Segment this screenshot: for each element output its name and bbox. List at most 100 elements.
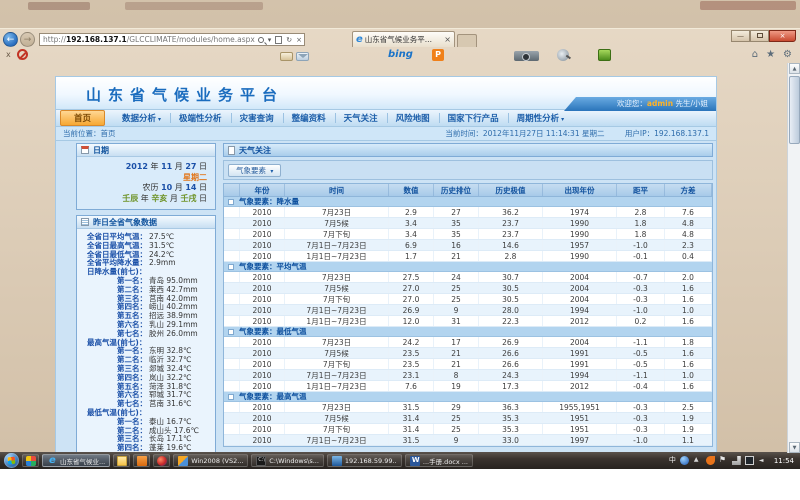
vertical-scrollbar[interactable]: ▲ ▼	[787, 63, 800, 453]
pc-icon[interactable]	[745, 456, 754, 465]
nav-item-9[interactable]: 周期性分析▾	[508, 110, 574, 126]
refresh-icon[interactable]: ↻	[286, 36, 292, 44]
scroll-down-icon[interactable]: ▼	[789, 442, 800, 453]
calendar-line: 农历 10 月 14 日	[81, 183, 207, 194]
chevron-down-icon: ▾	[270, 168, 273, 175]
browser-back-button[interactable]: ←	[3, 32, 18, 47]
orange-addon-icon[interactable]: P	[432, 49, 444, 61]
page-viewport: ▲ ▼ 山东省气候业务平台 欢迎您：admin 先生/小姐 首页数据分析▾极端性…	[0, 63, 800, 453]
table-row: 20107月1日~7月23日23.1824.31994-1.11.0	[224, 370, 712, 381]
system-tray: 中 11:54	[669, 456, 796, 465]
toolbar-close-x-icon[interactable]: x	[6, 50, 11, 59]
globe-icon[interactable]	[680, 456, 689, 465]
flag-icon[interactable]	[719, 456, 728, 465]
search-icon[interactable]	[258, 37, 264, 43]
url-path: /GLCCLIMATE/modules/home.aspx	[127, 35, 255, 44]
table-toolbar: 气象要素 ▾	[223, 160, 713, 180]
nav-item-7[interactable]: 风险地图	[387, 110, 439, 126]
start-button[interactable]	[4, 453, 19, 468]
collapse-toggle[interactable]	[228, 394, 234, 400]
table-row: 20107月5候23.52126.61991-0.51.6	[224, 348, 712, 359]
net-icon[interactable]	[732, 456, 741, 465]
column-header: 方差	[665, 184, 712, 196]
vol-icon[interactable]	[758, 456, 767, 465]
nav-item-1[interactable]: 首页	[60, 110, 105, 126]
browser-forward-button[interactable]: →	[20, 32, 35, 47]
main-panel: 天气关注 气象要素 ▾ 年份时间数值历史排位历史极值出现年份距平方差 气象要素：…	[223, 143, 713, 447]
main-panel-header: 天气关注	[223, 143, 713, 157]
welcome-prefix: 欢迎您：	[617, 99, 647, 108]
weather-panel-title: 昨日全省气象数据	[93, 217, 157, 228]
url-scheme: http://	[43, 35, 66, 44]
close-button[interactable]: ×	[769, 30, 796, 42]
antenna-addon-icon[interactable]	[557, 49, 569, 61]
collapse-toggle[interactable]	[228, 264, 234, 270]
taskbar-button-grid[interactable]	[22, 454, 39, 467]
weather-summary-panel: 昨日全省气象数据 全省日平均气温：27.5℃全省日最高气温：31.5℃全省日最低…	[76, 215, 216, 453]
calendar-panel-title: 日期	[93, 145, 109, 156]
card-addon-icon[interactable]	[280, 52, 293, 61]
settings-gear-icon[interactable]: ⚙	[783, 49, 792, 61]
compatibility-view-icon[interactable]	[275, 36, 282, 44]
taskbar-button-app[interactable]	[133, 454, 150, 467]
nav-item-6[interactable]: 天气关注	[335, 110, 387, 126]
screen: ← → http://192.168.137.1/GLCCLIMATE/modu…	[0, 0, 800, 500]
column-header: 距平	[617, 184, 665, 196]
minimize-button[interactable]: —	[731, 30, 750, 42]
table-row: 20107月1日~7月23日6.91614.61957-1.02.3	[224, 240, 712, 251]
taskbar-button-ie[interactable]: 山东省气候业...	[42, 454, 110, 467]
list-icon	[81, 218, 89, 226]
tab-close-icon[interactable]: ×	[444, 35, 451, 44]
taskbar-button-word[interactable]: ...手册.docx ...	[405, 454, 473, 467]
camera-addon-icon[interactable]	[514, 51, 539, 61]
background-window-hint	[700, 1, 796, 10]
table-row: 20107月下旬27.02530.52004-0.31.6	[224, 294, 712, 305]
status-bar: 当前位置：首页 当前时间：2012年11月27日 11:14:31 星期二 用户…	[55, 127, 717, 141]
page-title: 山东省气候业务平台	[86, 84, 284, 105]
taskbar-button-media[interactable]	[153, 454, 170, 467]
ime-language-indicator[interactable]: 中	[669, 456, 676, 465]
taskbar-button-rdp[interactable]: 192.168.59.99...	[327, 454, 402, 467]
nav-item-4[interactable]: 灾害查询	[231, 110, 283, 126]
home-icon[interactable]: ⌂	[752, 49, 758, 61]
background-window-hint	[28, 2, 90, 10]
maximize-button[interactable]	[750, 30, 769, 42]
table-row: 20107月23日2.92736.219742.87.6	[224, 207, 712, 218]
element-filter-button[interactable]: 气象要素 ▾	[228, 164, 281, 177]
collapse-toggle[interactable]	[228, 329, 234, 335]
scrollbar-thumb[interactable]	[789, 76, 800, 144]
chevron-down-icon[interactable]: ▾	[268, 36, 272, 44]
green-addon-icon[interactable]	[598, 49, 611, 61]
new-tab-button[interactable]	[457, 34, 477, 47]
address-bar[interactable]: http://192.168.137.1/GLCCLIMATE/modules/…	[39, 33, 305, 46]
desktop: ← → http://192.168.137.1/GLCCLIMATE/modu…	[0, 0, 800, 470]
bird-icon[interactable]	[706, 456, 715, 465]
element-section-row: 气象要素：最高气温	[224, 392, 712, 402]
column-header: 出现年份	[543, 184, 617, 196]
table-body: 气象要素：降水量20107月23日2.92736.219742.87.62010…	[224, 197, 712, 446]
scroll-up-icon[interactable]: ▲	[789, 63, 800, 74]
browser-tab[interactable]: e 山东省气候业务平... ×	[352, 31, 455, 47]
table-row: 20107月1日~7月23日31.5933.01997-1.01.1	[224, 435, 712, 446]
nav-item-8[interactable]: 国家下行产品	[439, 110, 508, 126]
taskbar-button-cmd[interactable]: C:\Windows\s...	[251, 454, 324, 467]
nav-item-3[interactable]: 极端性分析	[170, 110, 231, 126]
page-shell: 山东省气候业务平台 欢迎您：admin 先生/小姐 首页数据分析▾极端性分析灾害…	[55, 76, 717, 453]
taskbar-button-folder[interactable]	[113, 454, 130, 467]
taskbar-clock[interactable]: 11:54	[774, 457, 794, 465]
nav-item-2[interactable]: 数据分析▾	[113, 110, 170, 126]
bing-logo[interactable]: bing	[388, 49, 413, 60]
taskbar-button-vm[interactable]: Win2008 (VS2...	[173, 454, 248, 467]
mail-addon-icon[interactable]	[296, 52, 309, 61]
stop-icon[interactable]: ×	[296, 36, 302, 44]
favorites-star-icon[interactable]: ★	[766, 49, 775, 61]
calendar-line: 2012 年 11 月 27 日	[81, 162, 207, 173]
blocked-addon-icon[interactable]	[17, 49, 28, 60]
table-row: 20107月下旬31.42535.31951-0.31.9	[224, 424, 712, 435]
up-icon[interactable]	[693, 456, 702, 465]
ie-window: ← → http://192.168.137.1/GLCCLIMATE/modu…	[0, 28, 800, 452]
nav-item-5[interactable]: 整编资料	[283, 110, 335, 126]
collapse-toggle[interactable]	[228, 199, 234, 205]
site-header: 山东省气候业务平台 欢迎您：admin 先生/小姐	[55, 76, 717, 109]
column-header: 数值	[389, 184, 434, 196]
